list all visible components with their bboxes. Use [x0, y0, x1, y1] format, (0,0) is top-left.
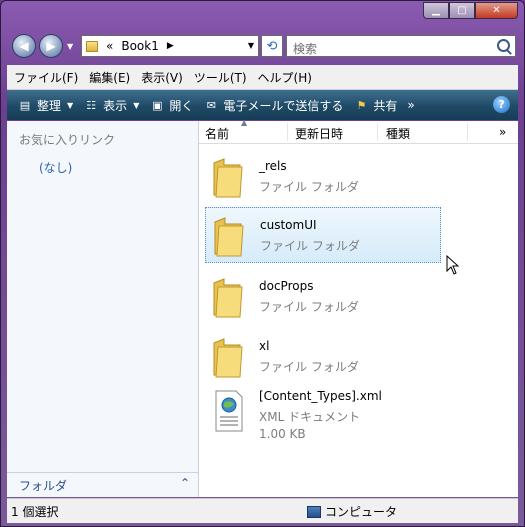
file-list: 名前 ▲ 更新日時 種類 » _rels ファイル フォルダ customUI	[199, 118, 518, 497]
favorite-links-header: お気に入りリンク	[19, 133, 116, 147]
help-icon[interactable]: ?	[493, 96, 510, 113]
chevron-up-icon[interactable]: ⌃	[180, 476, 190, 490]
selection-count: 1 個選択	[11, 505, 59, 519]
folder-icon	[86, 40, 98, 52]
close-button[interactable]: ✕	[475, 2, 518, 19]
status-location: コンピュータ	[307, 503, 397, 520]
share-button[interactable]: ⚑ 共有	[353, 97, 397, 114]
views-label: 表示	[103, 98, 128, 113]
folder-icon	[213, 278, 243, 318]
menu-bar: ファイル(F) 編集(E) 表示(V) ツール(T) ヘルプ(H)	[7, 65, 518, 90]
search-placeholder: 検索	[293, 42, 318, 56]
chevron-right-icon[interactable]: ▶	[167, 41, 174, 51]
breadcrumb-overflow[interactable]: «	[106, 39, 113, 53]
email-label: 電子メールで送信する	[223, 98, 344, 113]
item-name: docProps	[259, 279, 314, 293]
minimize-button[interactable]: ▁	[423, 2, 449, 19]
column-headers: 名前 ▲ 更新日時 種類 »	[199, 118, 518, 144]
menu-tools[interactable]: ツール(T)	[194, 69, 247, 86]
email-icon: ✉	[206, 98, 216, 112]
open-icon: ▣	[152, 98, 163, 112]
explorer-window: ▁ □ ✕ ◀ ▶ ▼ « Book1 ▶ ▼ ⟲ 検索 ファイル(F) 編集(…	[0, 0, 525, 527]
list-item[interactable]: _rels ファイル フォルダ	[205, 149, 441, 205]
email-button[interactable]: ✉ 電子メールで送信する	[203, 97, 344, 114]
navigation-pane: お気に入りリンク (なし) フォルダ ⌃	[7, 121, 199, 497]
folder-icon	[213, 338, 243, 378]
forward-button[interactable]: ▶	[39, 34, 63, 58]
folder-icon	[214, 217, 244, 257]
breadcrumb-book1[interactable]: Book1	[121, 39, 159, 53]
column-divider[interactable]	[377, 123, 378, 141]
organize-icon: ▤	[19, 98, 31, 112]
command-bar: ▤ 整理 ▼ ☷ 表示 ▼ ▣ 開く ✉ 電子メールで送信する ⚑ 共有 » ?	[7, 90, 518, 120]
address-dropdown-icon[interactable]: ▼	[248, 41, 254, 50]
more-commands-button[interactable]: »	[407, 98, 414, 112]
item-type: ファイル フォルダ	[259, 300, 359, 314]
organize-label: 整理	[37, 98, 62, 113]
item-type: ファイル フォルダ	[260, 239, 360, 253]
refresh-button[interactable]: ⟲	[261, 35, 283, 57]
item-size: 1.00 KB	[259, 427, 306, 441]
column-name[interactable]: 名前	[205, 125, 229, 142]
folders-label: フォルダ	[19, 479, 68, 493]
item-name: _rels	[259, 159, 287, 173]
views-button[interactable]: ☷ 表示 ▼	[83, 97, 139, 114]
more-commands-label: »	[407, 98, 415, 112]
share-icon: ⚑	[356, 98, 367, 112]
item-type: ファイル フォルダ	[259, 360, 359, 374]
chevron-down-icon: ▼	[67, 100, 74, 110]
folders-toggle[interactable]: フォルダ ⌃	[7, 472, 198, 497]
folder-icon	[213, 158, 243, 198]
mouse-cursor-icon	[446, 255, 460, 275]
chevron-down-icon: ▼	[133, 100, 140, 110]
search-icon[interactable]	[497, 39, 510, 52]
list-item[interactable]: docProps ファイル フォルダ	[205, 269, 441, 325]
more-columns-button[interactable]: »	[499, 125, 506, 139]
status-location-label: コンピュータ	[325, 505, 398, 519]
computer-icon	[307, 505, 321, 518]
caption-buttons: ▁ □ ✕	[423, 2, 518, 19]
share-label: 共有	[373, 98, 398, 113]
menu-file[interactable]: ファイル(F)	[14, 69, 78, 86]
search-input[interactable]: 検索	[286, 35, 516, 57]
status-bar: 1 個選択 コンピュータ	[7, 498, 518, 523]
xml-document-icon	[215, 390, 243, 432]
maximize-button[interactable]: □	[449, 2, 475, 19]
column-type[interactable]: 種類	[386, 125, 410, 142]
recent-pages-dropdown[interactable]: ▼	[67, 42, 73, 51]
organize-button[interactable]: ▤ 整理 ▼	[17, 97, 73, 114]
column-modified[interactable]: 更新日時	[295, 125, 343, 142]
menu-view[interactable]: 表示(V)	[141, 69, 183, 86]
column-name-label: 名前	[205, 127, 230, 141]
item-name: xl	[259, 339, 270, 353]
list-item[interactable]: [Content_Types].xml XML ドキュメント 1.00 KB	[205, 377, 441, 447]
item-type: ファイル フォルダ	[259, 180, 359, 194]
back-button[interactable]: ◀	[12, 34, 36, 58]
menu-edit[interactable]: 編集(E)	[89, 69, 130, 86]
views-icon: ☷	[86, 98, 97, 112]
item-name: [Content_Types].xml	[259, 389, 382, 403]
list-item[interactable]: customUI ファイル フォルダ	[205, 207, 441, 263]
open-label: 開く	[169, 98, 194, 113]
open-button[interactable]: ▣ 開く	[149, 97, 193, 114]
sort-ascending-icon: ▲	[241, 118, 248, 127]
column-divider[interactable]	[467, 123, 468, 141]
menu-help[interactable]: ヘルプ(H)	[258, 69, 312, 86]
item-name: customUI	[260, 218, 317, 232]
address-bar[interactable]: « Book1 ▶ ▼	[81, 35, 259, 57]
favorite-links-empty: (なし)	[39, 161, 73, 175]
navigation-bar: ◀ ▶ ▼ « Book1 ▶ ▼ ⟲ 検索	[9, 32, 516, 60]
column-divider[interactable]	[287, 123, 288, 141]
item-type: XML ドキュメント	[259, 410, 361, 424]
